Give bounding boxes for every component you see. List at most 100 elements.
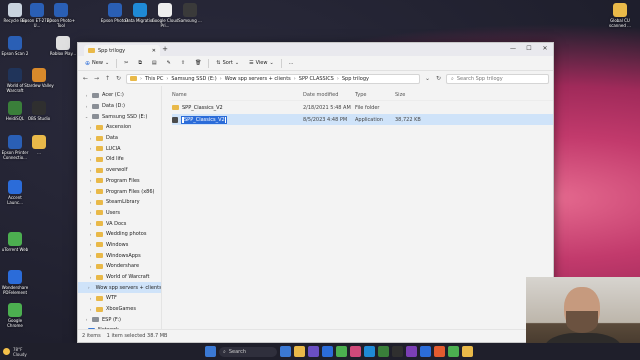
tree-item[interactable]: › World of Warcraft [78, 272, 161, 283]
chevron-right-icon[interactable]: › [88, 157, 93, 162]
address-dropdown-icon[interactable]: ⌄ [424, 75, 431, 82]
desktop-icon[interactable]: Samsung ... [175, 3, 205, 23]
taskbar-app-icon[interactable] [448, 346, 459, 357]
tree-item[interactable]: › Users [78, 208, 161, 219]
tree-item[interactable]: › VA Docs [78, 218, 161, 229]
tree-item[interactable]: › WTF [78, 293, 161, 304]
chevron-right-icon[interactable]: › [88, 285, 90, 290]
chevron-right-icon[interactable]: › [88, 242, 93, 247]
rename-button[interactable]: ✎ [164, 59, 174, 67]
column-header[interactable]: Name [172, 92, 303, 98]
tree-item[interactable]: › Data [78, 133, 161, 144]
taskbar-search[interactable]: ⌕ Search [219, 346, 277, 357]
tab-spp-trilogy[interactable]: Spp trilogy ✕ [84, 45, 160, 56]
desktop-icon[interactable]: Wondershare PDFelement [0, 270, 30, 295]
desktop-icon[interactable]: ... [24, 135, 54, 155]
file-row[interactable]: SPP_Classics_V2 8/5/2023 4:48 PM Applicati… [172, 114, 553, 125]
taskbar-app-icon[interactable] [392, 346, 403, 357]
taskbar-app-icon[interactable] [336, 346, 347, 357]
chevron-right-icon[interactable]: › [88, 232, 93, 237]
search-box[interactable]: ⌕ Search Spp trilogy [446, 73, 549, 84]
share-button[interactable]: ⇪ [178, 59, 188, 67]
chevron-right-icon[interactable]: › [88, 168, 93, 173]
taskbar-app-icon[interactable] [350, 346, 361, 357]
breadcrumb-item[interactable]: SPP CLASSICS [299, 76, 334, 82]
taskbar-app-icon[interactable] [308, 346, 319, 357]
desktop-icon[interactable]: OBS Studio [24, 101, 54, 121]
paste-button[interactable]: ▤ [149, 59, 160, 67]
copy-button[interactable]: ⧉ [135, 59, 145, 67]
file-name-cell[interactable]: SPP_Classics_V2 [172, 105, 303, 111]
taskbar-app-icon[interactable] [280, 346, 291, 357]
chevron-right-icon[interactable]: › [84, 317, 89, 322]
tree-item[interactable]: › ESP (F:) [78, 314, 161, 325]
chevron-right-icon[interactable]: › [88, 189, 93, 194]
tree-item[interactable]: › Network [78, 325, 161, 329]
tree-item[interactable]: ⌄ Samsung SSD (E:) [78, 111, 161, 122]
chevron-right-icon[interactable]: › [88, 264, 93, 269]
desktop-icon[interactable]: Google Chrome [0, 303, 30, 328]
tree-item[interactable]: › Old life [78, 154, 161, 165]
tree-item[interactable]: › Program Files (x86) [78, 186, 161, 197]
sort-button[interactable]: ⇅ Sort ⌄ [213, 59, 242, 67]
breadcrumb-item[interactable]: Samsung SSD (E:) [171, 76, 216, 82]
column-header[interactable]: Size [395, 92, 425, 98]
chevron-right-icon[interactable]: › [88, 296, 93, 301]
new-button[interactable]: ⊕ New ⌄ [82, 59, 112, 68]
chevron-right-icon[interactable]: › [88, 136, 93, 141]
tree-item[interactable]: › XboxGames [78, 304, 161, 315]
desktop-icon[interactable]: Epson Scan 2 [0, 36, 30, 56]
start-button[interactable] [205, 346, 216, 357]
close-tab-icon[interactable]: ✕ [152, 48, 156, 54]
tree-item[interactable]: › Ascension [78, 122, 161, 133]
chevron-right-icon[interactable]: › [88, 210, 93, 215]
desktop-icon[interactable]: uTorrent Web [0, 232, 30, 252]
tree-item[interactable]: › WindowsApps [78, 250, 161, 261]
desktop-icon[interactable]: Accent Launc... [0, 180, 30, 205]
taskbar-app-icon[interactable] [294, 346, 305, 357]
tree-item[interactable]: › Wedding photos [78, 229, 161, 240]
chevron-down-icon[interactable]: ⌄ [84, 114, 89, 119]
chevron-right-icon[interactable]: › [88, 200, 93, 205]
chevron-right-icon[interactable]: › [84, 93, 89, 98]
file-name-cell[interactable]: SPP_Classics_V2 [172, 115, 303, 124]
taskbar-app-icon[interactable] [462, 346, 473, 357]
chevron-right-icon[interactable]: › [84, 104, 89, 109]
chevron-right-icon[interactable]: › [88, 307, 93, 312]
more-options-button[interactable]: ... [286, 59, 297, 67]
taskbar-app-icon[interactable] [378, 346, 389, 357]
taskbar-app-icon[interactable] [364, 346, 375, 357]
minimize-button[interactable]: — [505, 43, 521, 56]
view-button[interactable]: ☰ View ⌄ [246, 59, 277, 67]
close-window-button[interactable]: ✕ [537, 43, 553, 56]
chevron-right-icon[interactable]: › [88, 125, 93, 130]
delete-button[interactable]: 🗑 [192, 59, 204, 67]
taskbar-app-icon[interactable] [420, 346, 431, 357]
column-header[interactable]: Type [355, 92, 395, 98]
address-bar[interactable]: › This PC › Samsung SSD (E:) › Wow spp server… [126, 73, 420, 84]
chevron-right-icon[interactable]: › [88, 253, 93, 258]
chevron-right-icon[interactable]: › [88, 146, 93, 151]
breadcrumb-item[interactable]: Spp trilogy [342, 76, 369, 82]
desktop-icon[interactable]: Roblox Play... [48, 36, 78, 56]
refresh-icon[interactable]: ↻ [115, 75, 122, 82]
tree-item[interactable]: › overwolf [78, 165, 161, 176]
maximize-button[interactable]: ☐ [521, 43, 537, 56]
cut-button[interactable]: ✂ [121, 59, 131, 67]
up-arrow-icon[interactable]: ↑ [104, 75, 111, 82]
weather-widget[interactable]: 78°F Cloudy [0, 347, 27, 357]
new-tab-button[interactable]: + [160, 43, 170, 56]
tree-item[interactable]: › SteamLibrary [78, 197, 161, 208]
desktop-icon[interactable]: Stardew Valley [24, 68, 54, 88]
taskbar-app-icon[interactable] [322, 346, 333, 357]
tree-item[interactable]: › Wondershare [78, 261, 161, 272]
tree-item[interactable]: › Acer (C:) [78, 90, 161, 101]
taskbar-app-icon[interactable] [434, 346, 445, 357]
breadcrumb-item[interactable]: Wow spp servers + clients [225, 76, 291, 82]
rename-input[interactable]: SPP_Classics_V2 [181, 115, 227, 124]
tree-item[interactable]: › Program Files [78, 176, 161, 187]
tree-item[interactable]: › LUCIA [78, 143, 161, 154]
back-arrow-icon[interactable]: ← [82, 75, 89, 82]
chevron-right-icon[interactable]: › [88, 275, 93, 280]
forward-arrow-icon[interactable]: → [93, 75, 100, 82]
